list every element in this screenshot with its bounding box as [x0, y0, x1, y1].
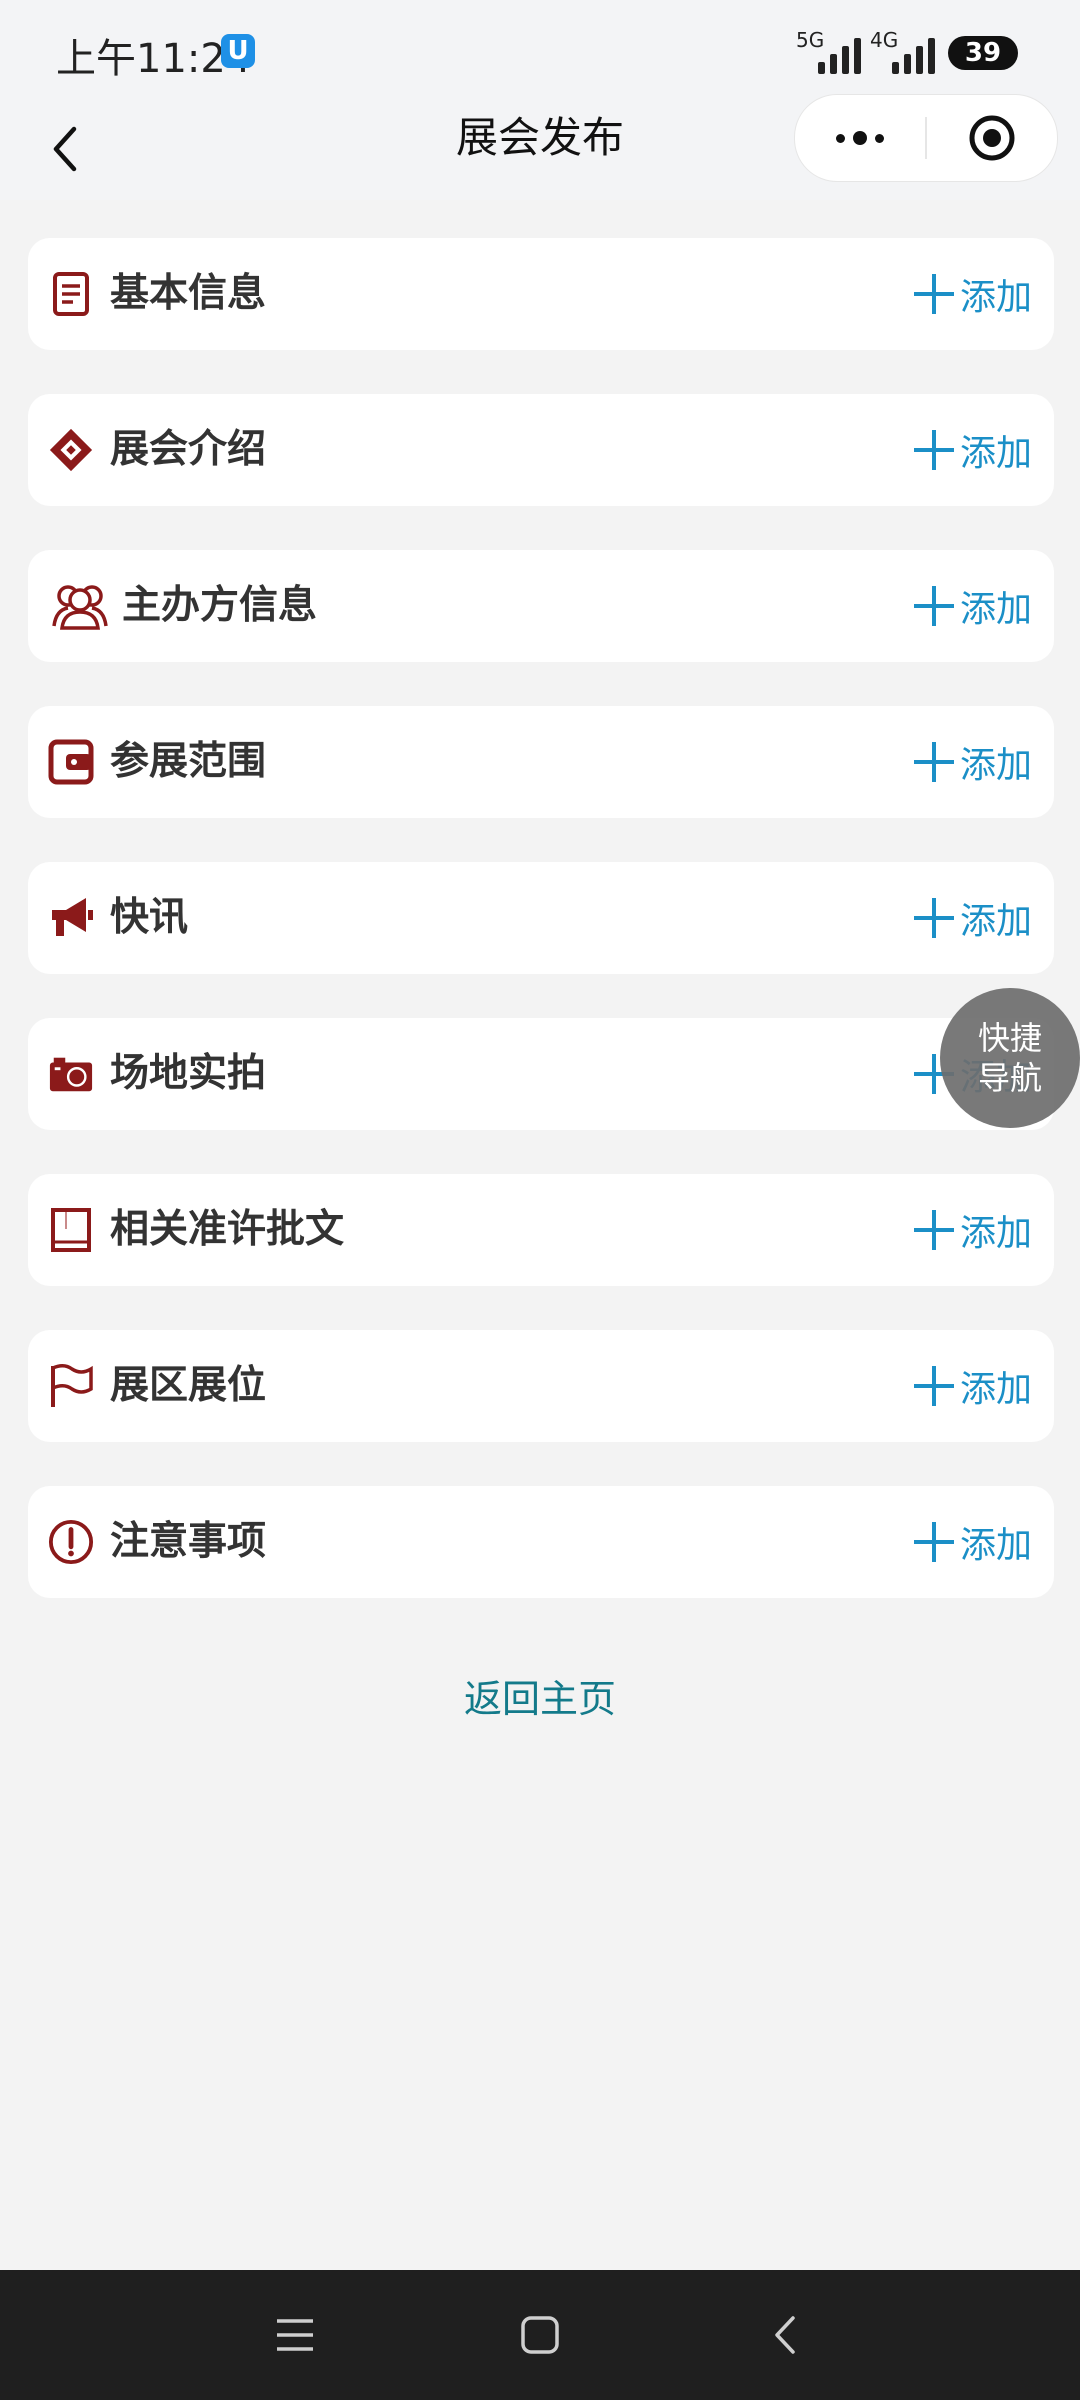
users-icon: [48, 583, 112, 630]
add-label: 添加: [959, 745, 1032, 786]
home-square-icon: [521, 2316, 559, 2354]
system-nav-bar: [0, 2270, 1080, 2400]
wallet-icon: [48, 739, 94, 785]
section-booth-zones[interactable]: 展区展位 添加: [28, 1330, 1054, 1442]
quick-nav-line2: 导航: [977, 1059, 1042, 1097]
section-exhibit-scope[interactable]: 参展范围 添加: [28, 706, 1054, 818]
add-news-flash-button[interactable]: 添加: [913, 862, 1032, 974]
return-home-link[interactable]: 返回主页: [0, 1668, 1080, 1723]
target-circle-icon: [969, 115, 1015, 161]
system-back-button[interactable]: [745, 2295, 825, 2375]
camera-icon: [48, 1051, 94, 1097]
menu-icon: [277, 2319, 313, 2351]
megaphone-icon: [48, 895, 94, 941]
add-label: 添加: [959, 1369, 1032, 1410]
section-label: 相关准许批文: [110, 1207, 345, 1252]
section-label: 展区展位: [110, 1363, 267, 1408]
document-icon: [48, 271, 94, 317]
section-label: 快讯: [110, 895, 189, 940]
add-label: 添加: [959, 589, 1032, 630]
flag-icon: [48, 1363, 94, 1409]
more-button[interactable]: [795, 95, 925, 181]
add-label: 添加: [959, 433, 1032, 474]
quick-nav-button[interactable]: 快捷 导航: [940, 988, 1080, 1128]
section-basic-info[interactable]: 基本信息 添加: [28, 238, 1054, 350]
section-exhibition-intro[interactable]: 展会介绍 添加: [28, 394, 1054, 506]
status-bar: 上午11:24 U 5G 4G 39: [0, 0, 1080, 100]
more-dot-right: [875, 133, 884, 143]
quick-nav-line1: 快捷: [977, 1019, 1042, 1057]
add-organizer-info-button[interactable]: 添加: [913, 550, 1032, 662]
cube-icon: [48, 427, 94, 473]
section-notes[interactable]: 注意事项 添加: [28, 1486, 1054, 1598]
add-approval-docs-button[interactable]: 添加: [913, 1174, 1032, 1286]
add-exhibit-scope-button[interactable]: 添加: [913, 706, 1032, 818]
mini-program-capsule: [794, 94, 1058, 182]
section-news-flash[interactable]: 快讯 添加: [28, 862, 1054, 974]
book-icon: [48, 1207, 94, 1253]
plus-icon: [913, 742, 954, 782]
plus-icon: [913, 274, 954, 314]
add-exhibition-intro-button[interactable]: 添加: [913, 394, 1032, 506]
section-venue-photos[interactable]: 场地实拍 添加: [28, 1018, 1054, 1130]
section-organizer-info[interactable]: 主办方信息 添加: [28, 550, 1054, 662]
close-miniprogram-button[interactable]: [927, 95, 1057, 181]
alert-circle-icon: [48, 1519, 94, 1565]
section-label: 参展范围: [110, 739, 267, 784]
plus-icon: [913, 1522, 954, 1562]
add-label: 添加: [959, 1213, 1032, 1254]
add-label: 添加: [959, 277, 1032, 318]
plus-icon: [913, 1210, 954, 1250]
back-triangle-icon: [775, 2316, 795, 2354]
section-label: 主办方信息: [122, 583, 318, 628]
section-approval-docs[interactable]: 相关准许批文 添加: [28, 1174, 1054, 1286]
more-dots-icon: [836, 133, 845, 143]
add-basic-info-button[interactable]: 添加: [913, 238, 1032, 350]
app-notification-icon: U: [221, 34, 255, 68]
add-booth-zones-button[interactable]: 添加: [913, 1330, 1032, 1442]
plus-icon: [913, 586, 954, 626]
section-label: 展会介绍: [110, 427, 267, 472]
section-label: 注意事项: [110, 1519, 267, 1564]
plus-icon: [913, 1366, 954, 1406]
add-label: 添加: [959, 1525, 1032, 1566]
section-label: 场地实拍: [110, 1051, 267, 1096]
battery-icon: 39: [948, 36, 1018, 70]
plus-icon: [913, 898, 954, 938]
add-label: 添加: [959, 901, 1032, 942]
add-notes-button[interactable]: 添加: [913, 1486, 1032, 1598]
menu-button[interactable]: [255, 2295, 335, 2375]
more-dot-center: [853, 131, 867, 145]
section-label: 基本信息: [110, 271, 267, 316]
home-button[interactable]: [500, 2295, 580, 2375]
plus-icon: [913, 430, 954, 470]
